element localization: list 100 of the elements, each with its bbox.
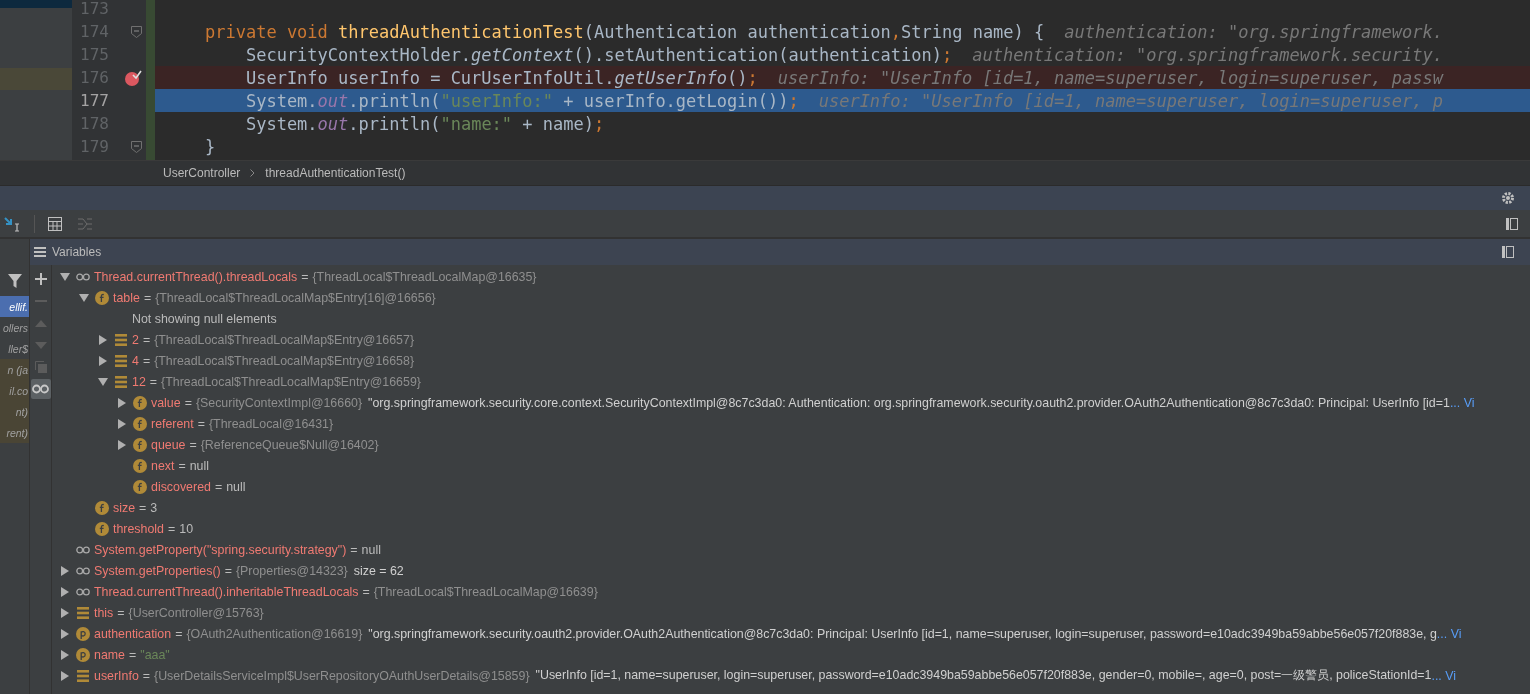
collapsed-arrow-icon[interactable] [60,670,70,681]
variable-value: {ThreadLocal$ThreadLocalMap$Entry@16657} [154,332,415,347]
code-line: System.out.println("userInfo:" + userInfo.getLogin()); userInfo: "UserInfo [id=1, name=superuser, login=superuser, p [244,89,1443,112]
variable-name: Thread.currentThread().inheritableThreadLocals [94,584,359,599]
equals-sign: = [350,542,358,557]
equals-sign: = [142,332,151,347]
variable-name: 12 [132,374,146,389]
variable-value: {UserController@15763} [128,605,264,620]
equals-sign: = [142,353,151,368]
code-line: UserInfo userInfo = CurUserInfoUtil.getUserInfo(); userInfo: "UserInfo [id=1, name=superuser, login=superuser, passw [244,66,1443,89]
fold-icon[interactable] [131,25,142,38]
code-line: private void threadAuthenticationTest(Authentication authentication,String name) { authentication: "org.springframework. [205,20,1443,43]
variable-value: {ThreadLocal$ThreadLocalMap$Entry@16658} [154,353,415,368]
equals-sign: = [142,668,151,683]
equals-sign: = [224,563,232,578]
variable-name: this [94,605,114,620]
equals-sign: = [143,290,152,305]
equals-sign: = [362,584,370,599]
variable-name: 4 [132,353,139,368]
collapsed-arrow-icon[interactable] [98,355,108,366]
variable-name: size [113,500,136,515]
variable-value: {ReferenceQueue$Null@16402} [200,437,379,452]
equals-sign: = [129,647,137,662]
variable-name: 2 [132,332,139,347]
code-line: SecurityContextHolder.getContext().setAuthentication(authentication); authentication: "org.springframework.security. [244,43,1443,66]
variable-value: {Properties@14323} [235,563,348,578]
variable-value: null [361,542,381,557]
collapsed-arrow-icon[interactable] [60,649,70,660]
equals-sign: = [214,479,223,494]
stack-frame[interactable]: ellif. [0,296,29,317]
collapsed-arrow-icon[interactable] [117,397,127,408]
expanded-arrow-icon[interactable] [79,292,89,303]
variable-value: null [226,479,246,494]
variable-value: {ThreadLocal$ThreadLocalMap@16635} [312,269,537,284]
variable-value: {UserDetailsServiceImpl$UserRepositoryOAuthUserDetails@15859} [154,668,530,683]
variable-name: threshold [113,521,164,536]
code-line: System.out.println("name:" + name); [244,112,605,135]
variable-value: {ThreadLocal$ThreadLocalMap@16639} [373,584,598,599]
stack-frame[interactable]: ollers [0,317,29,338]
value-summary: "org.springframework.security.oauth2.provider.OAuth2Authentication@8c7c3da0: Principal: UserInfo [id=1, name=superuser, login=superuser, password=e10adc3949ba59abbe56e057f20f883e, g [368,626,1437,641]
collapsed-arrow-icon[interactable] [60,565,70,576]
equals-sign: = [189,437,197,452]
collapsed-arrow-icon[interactable] [117,439,127,450]
variable-name: next [151,458,175,473]
view-link[interactable]: ... Vi [1431,668,1457,683]
breakpoint-icon[interactable] [124,68,142,87]
chevron-icon [250,169,256,177]
collapsed-arrow-icon[interactable] [60,607,70,618]
stack-frame[interactable]: rent) [0,422,29,443]
note-text: Not showing null elements [132,311,277,326]
variable-value: {SecurityContextImpl@16660} [195,395,363,410]
breadcrumb-item[interactable]: UserController [163,166,241,180]
equals-sign: = [168,521,176,536]
variable-value: null [189,458,209,473]
variable-name: System.getProperties() [94,563,221,578]
variable-value: {OAuth2Authentication@16619} [186,626,363,641]
variable-name: value [151,395,181,410]
equals-sign: = [301,269,309,284]
variable-value: {ThreadLocal$ThreadLocalMap$Entry@16659} [161,374,421,389]
view-link[interactable]: ... Vi [1449,395,1475,410]
variable-name: authentication [94,626,172,641]
stack-frame[interactable]: n (ja [0,359,29,380]
list-icon [34,247,46,257]
variable-value: {ThreadLocal@16431} [208,416,334,431]
stack-frame[interactable]: ller$ [0,338,29,359]
variable-name: name [94,647,125,662]
variable-value: 3 [150,500,158,515]
value-summary: "org.springframework.security.core.context.SecurityContextImpl@8c7c3da0: Authentication: org.springframework.security.oauth2.provider.OAuth2Authentication@8c7c3da0: Principal: UserInfo [id=1 [368,395,1450,410]
expanded-arrow-icon[interactable] [98,376,108,387]
equals-sign: = [117,605,125,620]
variable-name: queue [151,437,186,452]
filter-icon[interactable] [7,274,22,288]
breadcrumb-item[interactable]: threadAuthenticationTest() [265,166,406,180]
value-summary: size = 62 [353,563,404,578]
equals-sign: = [178,458,186,473]
expanded-arrow-icon[interactable] [60,271,70,282]
equals-sign: = [175,626,183,641]
variable-value: 10 [179,521,194,536]
value-summary: "UserInfo [id=1, name=superuser, login=superuser, password=e10adc3949ba59abbe56e057f20f883e, gender=0, mobile=, age=0, post=一级警员, policeStationId=1 [535,667,1432,684]
variable-name: userInfo [94,668,139,683]
code-line: } [205,135,216,158]
line-number: 177 [80,91,109,110]
collapsed-arrow-icon[interactable] [98,334,108,345]
watches-toggle-icon[interactable] [30,379,51,399]
equals-sign: = [197,416,205,431]
variable-value: {ThreadLocal$ThreadLocalMap$Entry[16]@16656} [155,290,436,305]
equals-sign: = [149,374,158,389]
stack-frame[interactable]: il.co [0,380,29,401]
variable-name: referent [151,416,194,431]
variable-name: System.getProperty("spring.security.strategy") [94,542,347,557]
equals-sign: = [139,500,147,515]
collapsed-arrow-icon[interactable] [117,418,127,429]
variable-name: table [113,290,140,305]
panel-title: Variables [52,245,103,259]
collapsed-arrow-icon[interactable] [60,586,70,597]
collapsed-arrow-icon[interactable] [60,628,70,639]
variable-name: Thread.currentThread().threadLocals [94,269,298,284]
view-link[interactable]: ... Vi [1436,626,1462,641]
fold-icon[interactable] [131,140,142,153]
stack-frame[interactable]: nt) [0,401,29,422]
